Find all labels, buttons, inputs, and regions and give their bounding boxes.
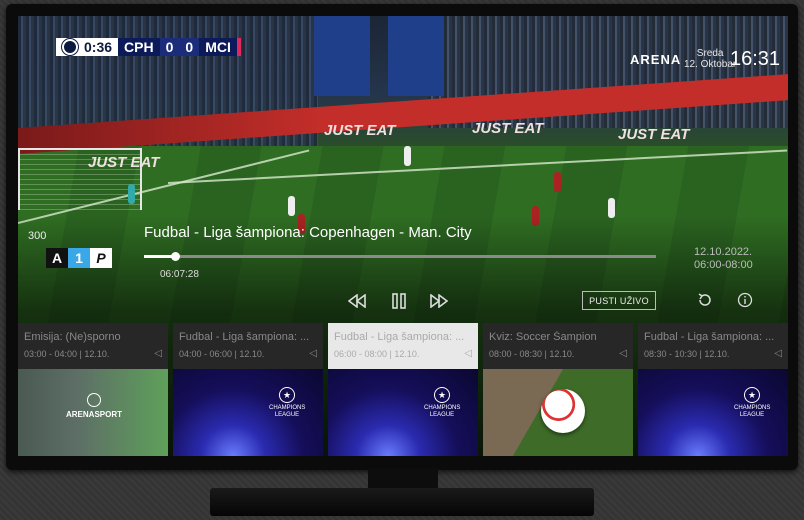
pause-button[interactable] xyxy=(388,290,410,312)
fast-forward-icon xyxy=(430,294,448,308)
card-header: Fudbal - Liga šampiona: ... 04:00 - 06:0… xyxy=(173,323,323,369)
card-time: 08:30 - 10:30 | 12.10. xyxy=(644,349,730,359)
starball-icon: ★ xyxy=(279,387,295,403)
program-card[interactable]: Fudbal - Liga šampiona: ... 08:30 - 10:3… xyxy=(638,323,788,456)
scoreboard-accent xyxy=(236,38,241,56)
date-label: 12. Oktobar xyxy=(684,59,737,70)
player xyxy=(554,172,561,192)
card-title: Emisija: (Ne)sporno xyxy=(24,331,121,343)
program-card[interactable]: Fudbal - Liga šampiona: ... 04:00 - 06:0… xyxy=(173,323,323,456)
clock: 16:31 xyxy=(730,48,781,70)
ucl-logo-text: CHAMPIONS LEAGUE xyxy=(424,405,461,418)
card-time: 03:00 - 04:00 | 12.10. xyxy=(24,349,110,359)
channel-logo-p: P xyxy=(90,248,112,268)
restart-icon xyxy=(698,293,711,306)
info-button[interactable] xyxy=(736,291,754,309)
player xyxy=(404,146,411,166)
ucl-banner xyxy=(314,16,370,96)
card-header: Fudbal - Liga šampiona: ... 08:30 - 10:3… xyxy=(638,323,788,369)
channel-logo: A 1 P xyxy=(46,248,112,268)
elapsed-time: 06:07:28 xyxy=(160,269,199,280)
progress-handle[interactable] xyxy=(170,252,180,261)
catchup-icon: ◁ xyxy=(619,348,627,359)
channel-number: 300 xyxy=(28,230,47,242)
starball-icon: ★ xyxy=(744,387,760,403)
forward-button[interactable] xyxy=(428,290,450,312)
pause-icon xyxy=(392,293,406,309)
card-time: 06:00 - 08:00 | 12.10. xyxy=(334,349,420,359)
champions-league-logo: ★ CHAMPIONS LEAGUE xyxy=(734,387,770,419)
program-carousel: Emisija: (Ne)sporno 03:00 - 04:00 | 12.1… xyxy=(18,323,788,456)
progress-bar[interactable] xyxy=(144,252,656,261)
ad-board-text: JUST EAT xyxy=(324,122,396,139)
catchup-icon: ◁ xyxy=(154,348,162,359)
info-icon xyxy=(737,292,753,308)
card-header: Emisija: (Ne)sporno 03:00 - 04:00 | 12.1… xyxy=(18,323,168,369)
air-date: 12.10.2022. 06:00-08:00 xyxy=(694,246,753,272)
card-thumbnail: ★ CHAMPIONS LEAGUE xyxy=(638,369,788,456)
card-title: Fudbal - Liga šampiona: ... xyxy=(644,331,775,343)
air-date-day: 12.10.2022. xyxy=(694,246,753,258)
ucl-logo-text: CHAMPIONS LEAGUE xyxy=(269,405,306,418)
rewind-icon xyxy=(348,294,366,308)
program-card-selected[interactable]: Fudbal - Liga šampiona: ... 06:00 - 08:0… xyxy=(328,323,478,456)
arena-circle-icon xyxy=(87,393,101,407)
champions-league-logo: ★ CHAMPIONS LEAGUE xyxy=(269,387,305,419)
card-title: Fudbal - Liga šampiona: ... xyxy=(179,331,310,343)
date-display: Sreda 12. Oktobar xyxy=(684,48,736,70)
card-time: 08:00 - 08:30 | 12.10. xyxy=(489,349,575,359)
channel-logo-1: 1 xyxy=(68,248,90,268)
arena-sport-logo: ARENASPORT xyxy=(66,393,122,419)
away-team: MCI xyxy=(199,38,237,56)
player xyxy=(128,184,135,204)
card-header: Kviz: Soccer Šampion 08:00 - 08:30 | 12.… xyxy=(483,323,633,369)
day-label: Sreda xyxy=(696,48,724,59)
ucl-logo-text: CHAMPIONS LEAGUE xyxy=(734,405,771,418)
card-thumbnail: ★ CHAMPIONS LEAGUE xyxy=(173,369,323,456)
program-title: Fudbal - Liga šampiona: Copenhagen - Man… xyxy=(144,224,472,241)
catchup-icon: ◁ xyxy=(309,348,317,359)
catchup-icon: ◁ xyxy=(774,348,782,359)
scoreboard: 0:36 CPH 0 0 MCI xyxy=(56,38,241,56)
match-clock: 0:36 xyxy=(56,38,119,56)
air-date-time: 06:00-08:00 xyxy=(694,259,753,271)
card-thumbnail: ARENASPORT xyxy=(18,369,168,456)
player xyxy=(288,196,295,216)
brand-logo: ARENA xyxy=(630,52,682,67)
ucl-banner xyxy=(388,16,444,96)
ad-board-text: JUST EAT xyxy=(618,126,690,143)
home-team: CPH xyxy=(118,38,160,56)
player xyxy=(608,198,615,218)
card-thumbnail xyxy=(483,369,633,456)
card-title: Kviz: Soccer Šampion xyxy=(489,331,597,343)
card-thumbnail: ★ CHAMPIONS LEAGUE xyxy=(328,369,478,456)
away-score: 0 xyxy=(179,38,200,56)
card-title: Fudbal - Liga šampiona: ... xyxy=(334,331,465,343)
match-time: 0:36 xyxy=(84,39,113,55)
card-header: Fudbal - Liga šampiona: ... 06:00 - 08:0… xyxy=(328,323,478,369)
tv-screen: JUST EAT JUST EAT JUST EAT JUST EAT 0:36… xyxy=(18,16,788,456)
restart-button[interactable] xyxy=(696,291,714,309)
tv-base xyxy=(210,488,594,516)
arena-logo-text: ARENASPORT xyxy=(66,410,123,419)
card-time: 04:00 - 06:00 | 12.10. xyxy=(179,349,265,359)
program-card[interactable]: Kviz: Soccer Šampion 08:00 - 08:30 | 12.… xyxy=(483,323,633,456)
goal-net xyxy=(18,148,142,210)
catchup-icon: ◁ xyxy=(464,348,472,359)
champions-league-logo: ★ CHAMPIONS LEAGUE xyxy=(424,387,460,419)
home-score: 0 xyxy=(159,38,180,56)
program-card[interactable]: Emisija: (Ne)sporno 03:00 - 04:00 | 12.1… xyxy=(18,323,168,456)
ucl-ball-icon xyxy=(62,39,78,55)
live-button[interactable]: PUSTI UŽIVO xyxy=(582,291,656,310)
soccer-ball-icon xyxy=(541,389,585,433)
ad-board-text: JUST EAT xyxy=(472,120,544,137)
channel-logo-a: A xyxy=(46,248,68,268)
starball-icon: ★ xyxy=(434,387,450,403)
rewind-button[interactable] xyxy=(346,290,368,312)
